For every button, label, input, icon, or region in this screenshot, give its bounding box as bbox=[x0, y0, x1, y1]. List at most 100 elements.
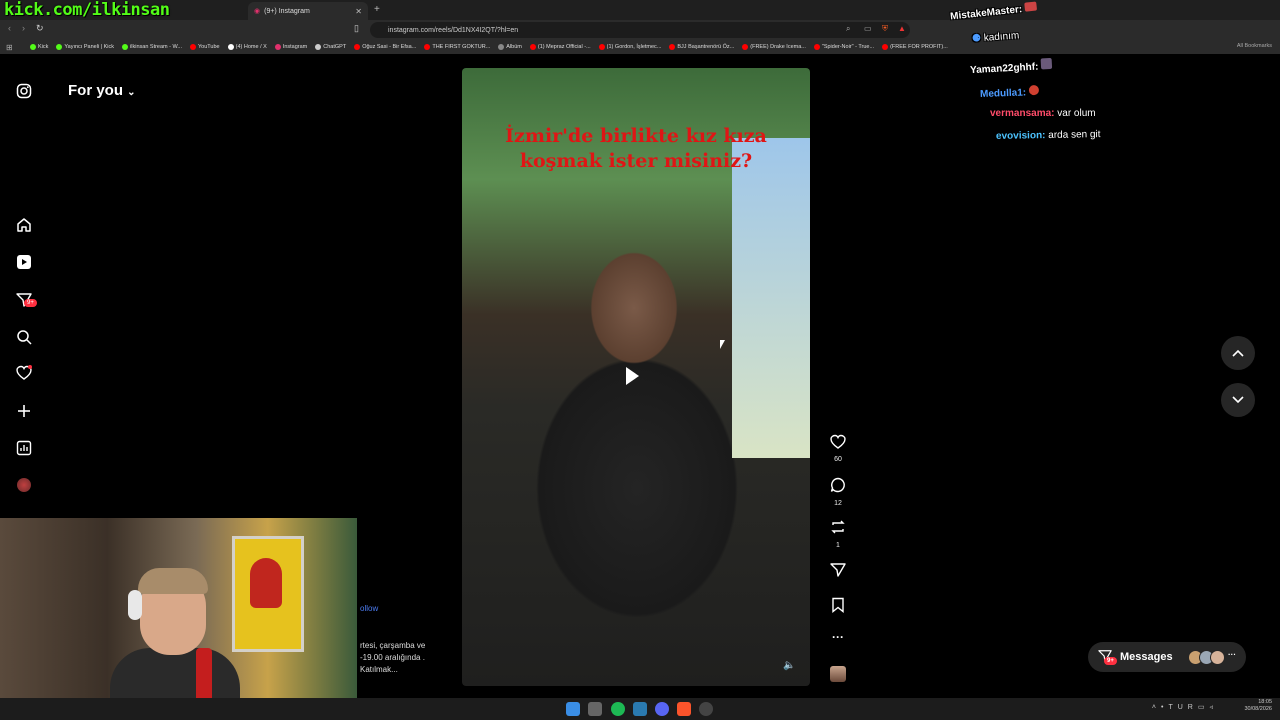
bookmark-item[interactable]: (4) Home / X bbox=[227, 44, 267, 50]
bookmark-item[interactable]: (1) Mepraz Official -... bbox=[529, 44, 591, 50]
bookmark-icon bbox=[832, 597, 844, 613]
mute-icon[interactable]: 🔈 bbox=[783, 660, 795, 671]
brave-rewards-icon[interactable]: ▲ bbox=[898, 24, 906, 33]
zoom-icon[interactable]: ⌕ bbox=[846, 24, 850, 34]
system-tray-icons[interactable]: ˄•TUR▭◃ bbox=[1152, 703, 1218, 711]
bookmark-label: BJJ Başantrenörü Öz... bbox=[677, 44, 735, 50]
brave-shield-icon[interactable]: ⛨ bbox=[882, 24, 888, 34]
next-reel-button[interactable] bbox=[1221, 383, 1255, 417]
comment-button[interactable]: 12 bbox=[826, 477, 850, 507]
browser-tab[interactable]: ◉ (9+) Instagram ✕ bbox=[248, 2, 368, 20]
app-icon[interactable] bbox=[633, 702, 647, 716]
messenger-icon: 9+ bbox=[1098, 649, 1117, 666]
bookmark-favicon-icon bbox=[122, 44, 129, 50]
bookmark-favicon-icon bbox=[498, 44, 505, 50]
bookmark-favicon-icon bbox=[354, 44, 361, 50]
bookmark-item[interactable]: THE FIRST GOKTUR... bbox=[424, 44, 490, 50]
bookmark-label: (FREE) Drake Icema... bbox=[750, 44, 806, 50]
obs-icon[interactable] bbox=[699, 702, 713, 716]
start-icon[interactable] bbox=[566, 702, 580, 716]
bookmark-item[interactable]: BJJ Başantrenörü Öz... bbox=[669, 44, 734, 50]
bookmark-label: "Spider-Noir" - True... bbox=[821, 44, 875, 50]
bookmark-item[interactable]: ilkinsan Stream - W... bbox=[122, 44, 182, 50]
bookmark-item[interactable]: Albüm bbox=[498, 44, 522, 50]
bookmark-label: Yayıncı Paneli | Kick bbox=[64, 44, 115, 50]
network-icon[interactable]: ▭ bbox=[1198, 704, 1210, 711]
bookmark-label: Albüm bbox=[506, 44, 522, 50]
repost-button[interactable]: 1 bbox=[826, 519, 850, 549]
create-icon[interactable] bbox=[14, 401, 34, 421]
bookmark-item[interactable]: Oğuz Sasi - Bir Efsa... bbox=[354, 44, 416, 50]
bookmark-label: ChatGPT bbox=[323, 44, 347, 50]
spotify-icon[interactable] bbox=[611, 702, 625, 716]
close-tab-icon[interactable]: ✕ bbox=[355, 7, 362, 16]
chat-emote bbox=[1028, 84, 1040, 96]
repost-count: 1 bbox=[836, 542, 840, 549]
profile-avatar-icon[interactable] bbox=[14, 475, 34, 495]
like-button[interactable]: 60 bbox=[826, 434, 850, 463]
chat-text: arda sen git bbox=[1048, 129, 1101, 141]
bookmark-item[interactable]: ChatGPT bbox=[315, 44, 346, 50]
clock[interactable]: 18:05 30/08/2026 bbox=[1244, 699, 1272, 713]
headset bbox=[128, 590, 142, 620]
back-icon[interactable]: ‹ bbox=[8, 23, 11, 33]
bookmark-page-icon[interactable]: ▯ bbox=[354, 23, 359, 34]
bookmark-label: Kick bbox=[38, 44, 49, 50]
bookmark-item[interactable]: (1) Gordon, İşletmec... bbox=[598, 44, 661, 50]
insights-icon[interactable] bbox=[14, 438, 34, 458]
brave-icon[interactable] bbox=[677, 702, 691, 716]
bookmark-favicon-icon bbox=[227, 44, 234, 50]
more-options-icon[interactable]: ··· bbox=[826, 630, 850, 644]
previous-reel-button[interactable] bbox=[1221, 336, 1255, 370]
direct-messages-icon[interactable]: 9+ bbox=[14, 290, 37, 310]
reel-video[interactable]: İzmir'de birlikte kız kıza koşmak ister … bbox=[462, 68, 810, 686]
like-count: 60 bbox=[834, 456, 842, 463]
feed-selector[interactable]: For you ⌄ bbox=[68, 82, 136, 99]
play-icon[interactable] bbox=[626, 367, 639, 385]
bookmark-item[interactable]: "Spider-Noir" - True... bbox=[813, 44, 875, 50]
bookmark-label: Instagram bbox=[282, 44, 308, 50]
bookmark-item[interactable]: Instagram bbox=[274, 44, 308, 50]
messages-button[interactable]: 9+ Messages ··· bbox=[1088, 642, 1246, 672]
chat-emote bbox=[1024, 1, 1038, 12]
bookmark-favicon-icon bbox=[190, 44, 196, 50]
reels-icon[interactable] bbox=[14, 252, 34, 272]
file-explorer-icon[interactable] bbox=[588, 702, 602, 716]
keyboard-language[interactable]: TUR bbox=[1168, 704, 1197, 711]
url-input[interactable]: instagram.com/reels/Dd1NX4I2QT/?hl=en bbox=[370, 22, 910, 38]
bookmark-item[interactable]: (FREE FOR PROFIT)... bbox=[882, 44, 948, 50]
chevron-up-icon[interactable]: ˄ bbox=[1152, 704, 1161, 711]
bookmark-label: ilkinsan Stream - W... bbox=[130, 44, 182, 50]
chat-text: var olum bbox=[1057, 108, 1096, 119]
all-bookmarks-link[interactable]: All Bookmarks bbox=[1237, 43, 1272, 49]
share-button[interactable] bbox=[826, 562, 850, 583]
volume-icon[interactable]: ◃ bbox=[1209, 704, 1218, 711]
bookmark-item[interactable]: (FREE) Drake Icema... bbox=[742, 44, 806, 50]
bookmark-favicon-icon bbox=[742, 44, 749, 50]
discord-icon[interactable] bbox=[655, 702, 669, 716]
bookmark-item[interactable]: YouTube bbox=[190, 44, 220, 50]
heart-icon[interactable] bbox=[14, 363, 34, 383]
video-background-building bbox=[732, 138, 810, 458]
poster-figure bbox=[250, 558, 282, 608]
chat-message: vermansama: var olum bbox=[990, 108, 1096, 119]
new-tab-button[interactable]: + bbox=[374, 4, 380, 15]
search-icon[interactable] bbox=[14, 327, 34, 347]
chevron-up-icon bbox=[1232, 349, 1244, 357]
reload-icon[interactable]: ↻ bbox=[36, 23, 44, 34]
save-button[interactable] bbox=[826, 597, 850, 618]
bookmark-item[interactable]: Yayıncı Paneli | Kick bbox=[56, 44, 114, 50]
audio-thumbnail[interactable] bbox=[830, 666, 846, 682]
instagram-logo-icon[interactable] bbox=[14, 81, 34, 101]
chat-username: Yaman22ghhf: bbox=[969, 61, 1039, 77]
chat-username: ⚈ bbox=[971, 33, 982, 45]
apps-grid-icon[interactable]: ⊞ bbox=[6, 43, 13, 52]
follow-link[interactable]: ollow bbox=[360, 604, 378, 613]
bookmark-item[interactable]: Kick bbox=[30, 44, 48, 50]
screen-icon[interactable]: ▭ bbox=[864, 24, 872, 33]
bookmark-label: YouTube bbox=[198, 44, 220, 50]
bookmark-label: Oğuz Sasi - Bir Efsa... bbox=[362, 44, 417, 50]
home-icon[interactable] bbox=[14, 215, 34, 235]
video-overlay-text: İzmir'de birlikte kız kıza koşmak ister … bbox=[505, 125, 767, 172]
forward-icon[interactable]: › bbox=[22, 23, 25, 33]
